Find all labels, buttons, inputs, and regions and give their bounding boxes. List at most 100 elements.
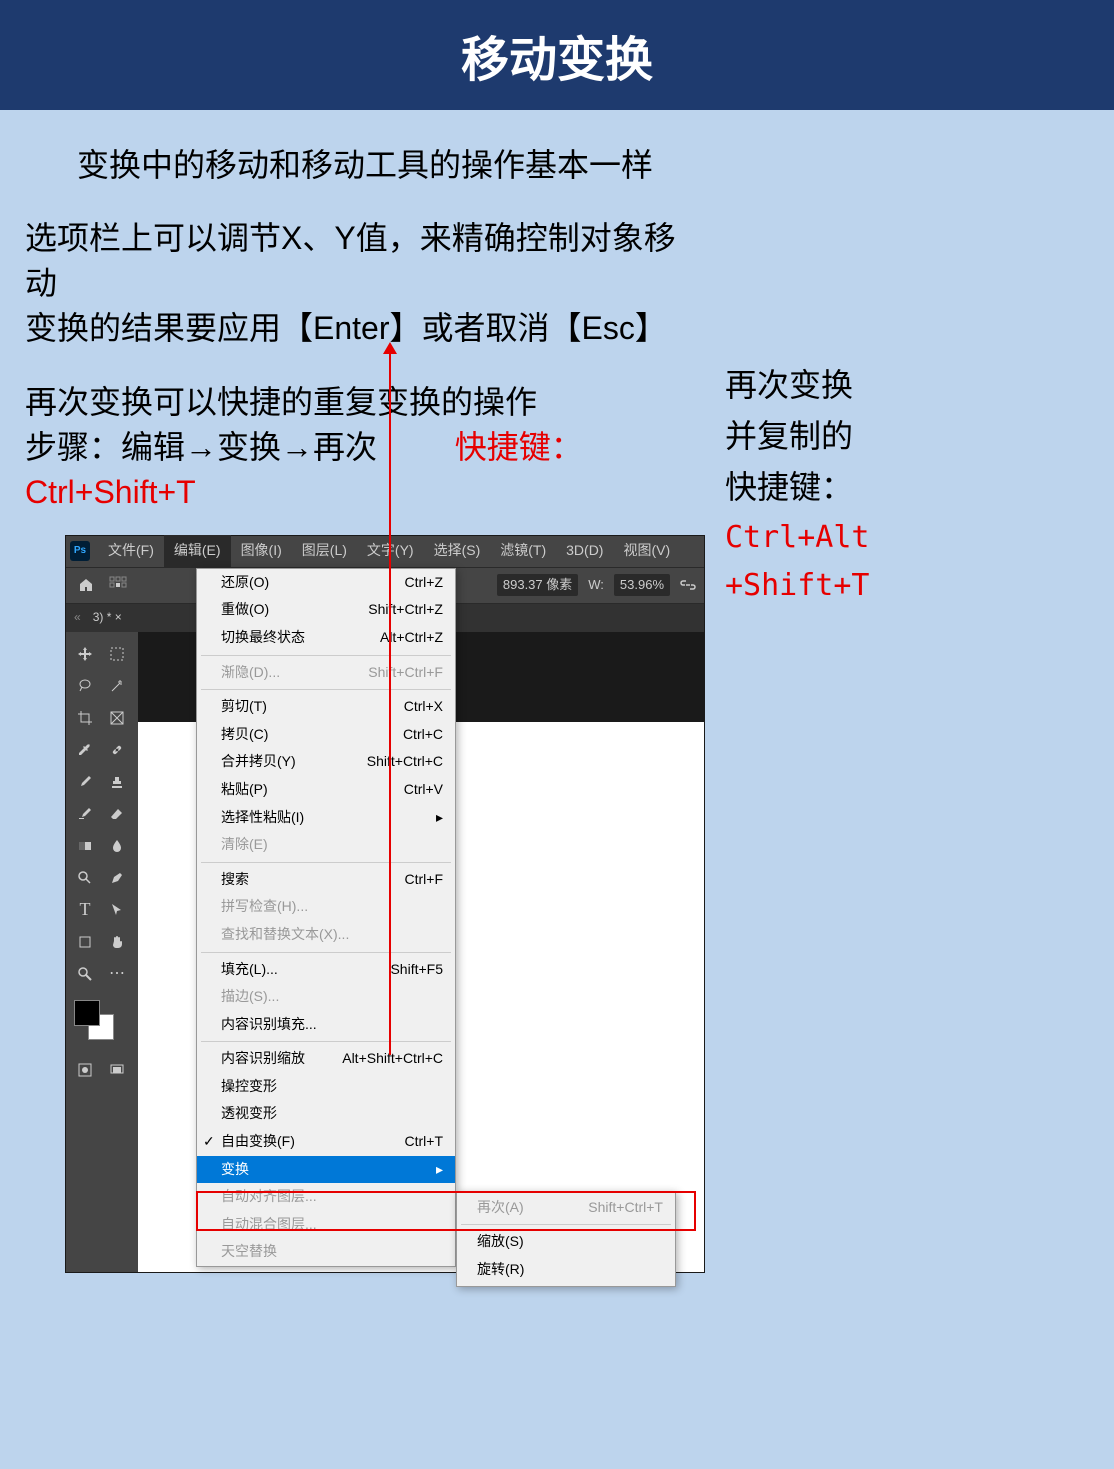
- menu-item[interactable]: 拷贝(C)Ctrl+C: [197, 721, 455, 749]
- menu-filter[interactable]: 滤镜(T): [490, 535, 556, 567]
- frame-tool-icon[interactable]: [102, 704, 132, 732]
- menu-item[interactable]: 粘贴(P)Ctrl+V: [197, 776, 455, 804]
- menu-item[interactable]: 内容识别填充...: [197, 1011, 455, 1039]
- menu-3d[interactable]: 3D(D): [556, 535, 613, 567]
- crop-tool-icon[interactable]: [70, 704, 100, 732]
- gradient-tool-icon[interactable]: [70, 832, 100, 860]
- foreground-swatch[interactable]: [74, 1000, 100, 1026]
- menu-item[interactable]: 合并拷贝(Y) Shift+Ctrl+C: [197, 748, 455, 776]
- move-tool-icon[interactable]: [70, 640, 100, 668]
- menu-separator: [201, 952, 451, 953]
- menu-item-shortcut: Ctrl+X: [404, 697, 443, 717]
- color-swatches[interactable]: [74, 1000, 114, 1040]
- lasso-tool-icon[interactable]: [70, 672, 100, 700]
- menu-item-label: 天空替换: [221, 1242, 277, 1262]
- menu-item[interactable]: 操控变形: [197, 1073, 455, 1101]
- menu-item-shortcut: Ctrl+Z: [405, 573, 444, 593]
- eraser-tool-icon[interactable]: [102, 800, 132, 828]
- coord-field[interactable]: 893.37 像素: [497, 574, 578, 596]
- menu-item-label: 内容识别填充...: [221, 1015, 317, 1035]
- edit-dropdown-menu: 还原(O)Ctrl+Z重做(O)Shift+Ctrl+Z切换最终状态Alt+Ct…: [196, 568, 456, 1267]
- type-tool-icon[interactable]: T: [70, 896, 100, 924]
- submenu-shortcut: Shift+Ctrl+T: [588, 1198, 663, 1218]
- tab-collapse-icon[interactable]: «: [74, 609, 81, 626]
- menu-image[interactable]: 图像(I): [231, 535, 292, 567]
- menu-item[interactable]: 透视变形: [197, 1100, 455, 1128]
- menu-item: 自动对齐图层...: [197, 1183, 455, 1211]
- link-icon[interactable]: [680, 580, 696, 590]
- menu-separator: [201, 1041, 451, 1042]
- submenu-arrow-icon: [428, 808, 443, 828]
- screenmode-icon[interactable]: [102, 1056, 132, 1084]
- menu-item[interactable]: 切换最终状态Alt+Ctrl+Z: [197, 624, 455, 652]
- menu-item[interactable]: 自由变换(F) Ctrl+T: [197, 1128, 455, 1156]
- document-tab[interactable]: 3) * ×: [93, 609, 122, 626]
- menu-item-label: 搜索: [221, 870, 249, 890]
- menu-view[interactable]: 视图(V): [613, 535, 680, 567]
- menu-item-label: 拷贝(C): [221, 725, 268, 745]
- zoom-tool-icon[interactable]: [70, 960, 100, 988]
- transform-origin-icon[interactable]: [108, 575, 128, 595]
- menu-select[interactable]: 选择(S): [424, 535, 491, 567]
- wand-tool-icon[interactable]: [102, 672, 132, 700]
- menu-item: 清除(E): [197, 831, 455, 859]
- menu-item[interactable]: 搜索Ctrl+F: [197, 866, 455, 894]
- menu-item-label: 操控变形: [221, 1077, 277, 1097]
- menu-item-label: 合并拷贝(Y): [221, 752, 296, 772]
- intro-text: 变换中的移动和移动工具的操作基本一样: [25, 140, 705, 186]
- menu-item[interactable]: 填充(L)...Shift+F5: [197, 956, 455, 984]
- menu-item[interactable]: 变换: [197, 1156, 455, 1184]
- photoshop-window: Ps 文件(F) 编辑(E) 图像(I) 图层(L) 文字(Y) 选择(S) 滤…: [65, 535, 705, 1273]
- pen-tool-icon[interactable]: [102, 864, 132, 892]
- ps-toolbar: T ⋯: [66, 632, 138, 1272]
- quickmask-icon[interactable]: [70, 1056, 100, 1084]
- menu-item-shortcut: Ctrl+T: [405, 1132, 444, 1152]
- menu-item-label: 自由变换(F): [221, 1132, 295, 1152]
- sidebar-note: 再次变换 并复制的 快捷键： Ctrl+Alt +Shift+T: [725, 360, 1089, 610]
- menu-edit[interactable]: 编辑(E): [164, 535, 231, 567]
- menu-item: 查找和替换文本(X)...: [197, 921, 455, 949]
- eyedropper-tool-icon[interactable]: [70, 736, 100, 764]
- brush-tool-icon[interactable]: [70, 768, 100, 796]
- submenu-label: 旋转(R): [477, 1260, 524, 1280]
- menu-item-shortcut: Shift+Ctrl+F: [368, 663, 443, 683]
- menu-item-shortcut: Shift+Ctrl+C: [367, 752, 443, 772]
- menu-item-label: 填充(L)...: [221, 960, 278, 980]
- menu-item-label: 自动对齐图层...: [221, 1187, 317, 1207]
- menu-item: 渐隐(D)...Shift+Ctrl+F: [197, 659, 455, 687]
- menu-item[interactable]: 重做(O)Shift+Ctrl+Z: [197, 596, 455, 624]
- menu-item[interactable]: 剪切(T)Ctrl+X: [197, 693, 455, 721]
- home-icon[interactable]: [74, 573, 98, 597]
- menu-item-label: 切换最终状态: [221, 628, 305, 648]
- page-header: 移动变换: [0, 0, 1114, 110]
- menu-item-label: 查找和替换文本(X)...: [221, 925, 349, 945]
- shape-tool-icon[interactable]: [70, 928, 100, 956]
- menu-item-label: 自动混合图层...: [221, 1215, 317, 1235]
- path-select-icon[interactable]: [102, 896, 132, 924]
- heal-tool-icon[interactable]: [102, 736, 132, 764]
- menu-item-shortcut: Shift+Ctrl+Z: [368, 600, 443, 620]
- marquee-tool-icon[interactable]: [102, 640, 132, 668]
- menu-layer[interactable]: 图层(L): [292, 535, 357, 567]
- menu-item[interactable]: 还原(O)Ctrl+Z: [197, 569, 455, 597]
- menu-item-label: 选择性粘贴(I): [221, 808, 304, 828]
- submenu-item[interactable]: 旋转(R): [457, 1256, 675, 1284]
- submenu-item[interactable]: 缩放(S): [457, 1228, 675, 1256]
- menu-item: 天空替换: [197, 1238, 455, 1266]
- history-brush-icon[interactable]: [70, 800, 100, 828]
- menu-item-label: 变换: [221, 1160, 249, 1180]
- menu-item-label: 清除(E): [221, 835, 268, 855]
- menu-file[interactable]: 文件(F): [98, 535, 164, 567]
- menu-item[interactable]: 内容识别缩放Alt+Shift+Ctrl+C: [197, 1045, 455, 1073]
- sidebar-shortcut: Ctrl+Alt: [725, 514, 1089, 562]
- w-field[interactable]: 53.96%: [614, 574, 670, 596]
- paragraph-2: 再次变换可以快捷的重复变换的操作 步骤：编辑→变换→再次 快捷键：Ctrl+Sh…: [25, 380, 705, 1272]
- dodge-tool-icon[interactable]: [70, 864, 100, 892]
- menu-item[interactable]: 选择性粘贴(I): [197, 804, 455, 832]
- more-tools-icon[interactable]: ⋯: [102, 960, 132, 988]
- page-title: 移动变换: [0, 20, 1114, 90]
- hand-tool-icon[interactable]: [102, 928, 132, 956]
- stamp-tool-icon[interactable]: [102, 768, 132, 796]
- transform-submenu: 再次(A)Shift+Ctrl+T缩放(S)旋转(R): [456, 1191, 676, 1287]
- blur-tool-icon[interactable]: [102, 832, 132, 860]
